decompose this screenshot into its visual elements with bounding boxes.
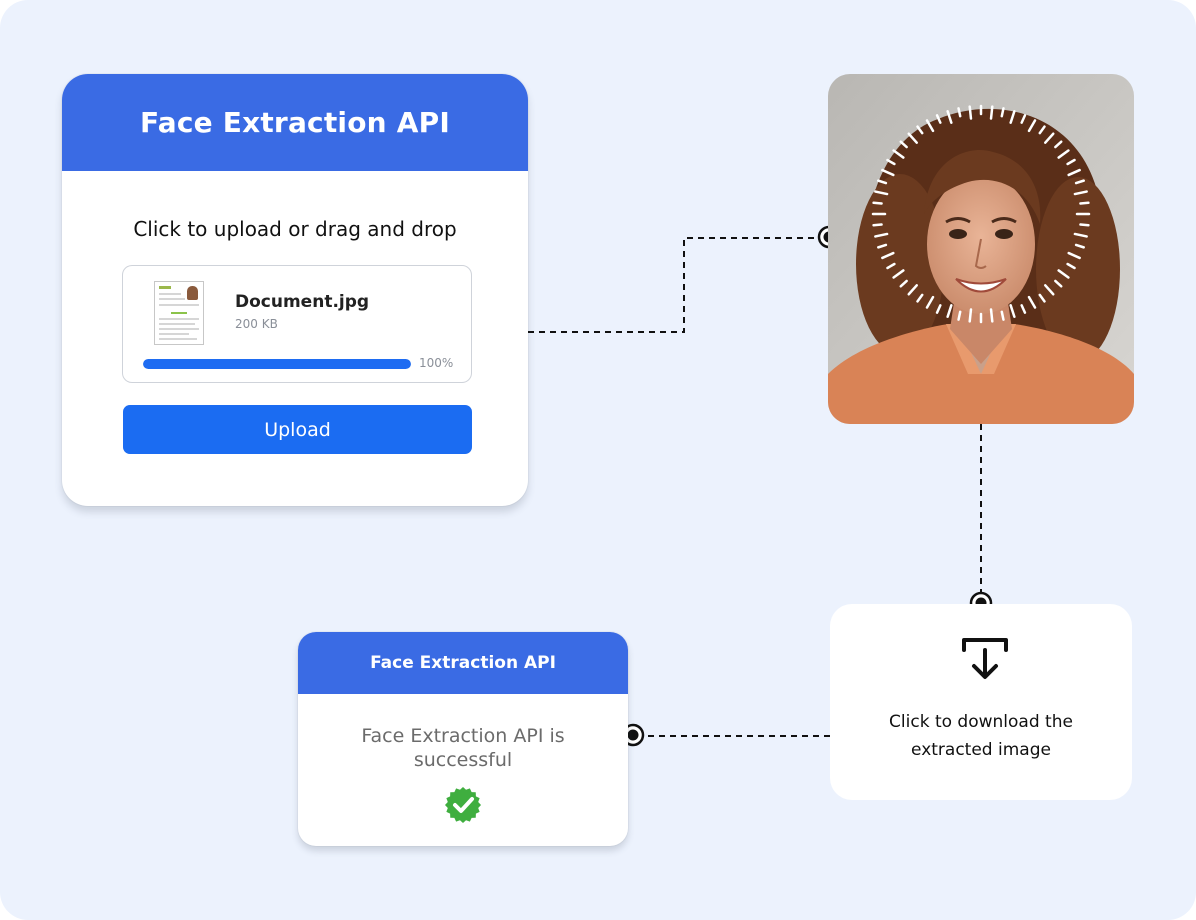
upload-progress-fill [143, 359, 411, 369]
file-name: Document.jpg [235, 292, 370, 312]
upload-card-title: Face Extraction API [140, 106, 450, 139]
download-text-line-2: extracted image [911, 740, 1051, 760]
success-card-title: Face Extraction API [370, 653, 556, 673]
upload-progress-bar [143, 359, 411, 369]
face-photo-illustration [828, 74, 1134, 424]
success-card-header: Face Extraction API [298, 632, 628, 694]
upload-button[interactable]: Upload [123, 405, 472, 454]
download-card[interactable]: Click to download the extracted image [830, 604, 1132, 800]
uploaded-file-item: Document.jpg 200 KB 100% [122, 265, 472, 383]
download-instruction: Click to download the extracted image [830, 708, 1132, 764]
file-size: 200 KB [235, 317, 278, 331]
diagram-canvas: Face Extraction API Click to upload or d… [0, 0, 1196, 920]
success-card: Face Extraction API Face Extraction API … [298, 632, 628, 846]
download-text-line-1: Click to download the [889, 712, 1073, 732]
success-message: Face Extraction API is successful [361, 725, 565, 771]
upload-progress-label: 100% [419, 356, 454, 370]
document-thumbnail [154, 281, 204, 345]
check-badge-icon [445, 787, 481, 823]
download-icon [962, 638, 1008, 679]
upload-dropzone-prompt[interactable]: Click to upload or drag and drop [62, 217, 528, 241]
face-photo [828, 74, 1134, 424]
upload-card-header: Face Extraction API [62, 74, 528, 171]
connector-upload-to-photo [528, 237, 818, 333]
upload-card: Face Extraction API Click to upload or d… [62, 74, 528, 506]
